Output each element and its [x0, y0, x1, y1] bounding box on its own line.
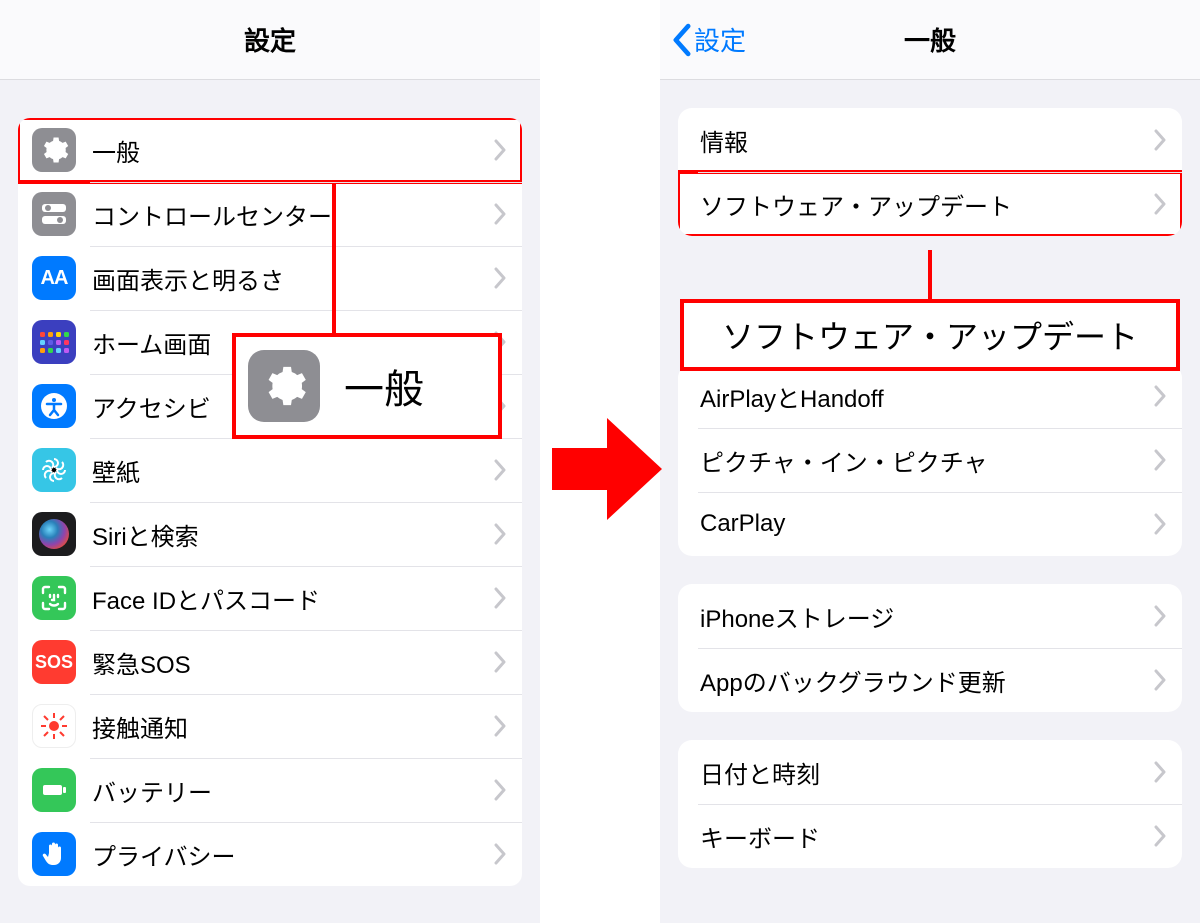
row-software-update[interactable]: ソフトウェア・アップデート [678, 172, 1182, 236]
siri-icon [32, 512, 76, 556]
settings-group: 一般 コントロールセンター AA 画面表示と明るさ ホーム画面 [18, 118, 522, 886]
chevron-right-icon [494, 715, 506, 737]
row-label: プライバシー [92, 837, 494, 872]
chevron-right-icon [1154, 129, 1166, 151]
row-privacy[interactable]: プライバシー [18, 822, 522, 886]
gear-icon [248, 350, 320, 422]
row-label: 情報 [700, 123, 1154, 158]
header-left: 設定 [0, 0, 540, 80]
row-datetime[interactable]: 日付と時刻 [678, 740, 1182, 804]
row-label: コントロールセンター [92, 197, 494, 232]
chevron-right-icon [494, 587, 506, 609]
hand-icon [32, 832, 76, 876]
row-label: Siriと検索 [92, 517, 494, 552]
row-storage[interactable]: iPhoneストレージ [678, 584, 1182, 648]
row-label: キーボード [700, 819, 1154, 854]
callout-label: 一般 [344, 357, 424, 415]
row-bg-refresh[interactable]: Appのバックグラウンド更新 [678, 648, 1182, 712]
back-label: 設定 [694, 21, 746, 58]
chevron-right-icon [494, 651, 506, 673]
row-label: 画面表示と明るさ [92, 261, 494, 296]
row-wallpaper[interactable]: 壁紙 [18, 438, 522, 502]
chevron-right-icon [1154, 385, 1166, 407]
row-label: 壁紙 [92, 453, 494, 488]
accessibility-icon [32, 384, 76, 428]
row-label: AirPlayとHandoff [700, 379, 1154, 414]
header-right: 設定 一般 [660, 0, 1200, 80]
row-airplay[interactable]: AirPlayとHandoff [678, 364, 1182, 428]
battery-icon [32, 768, 76, 812]
chevron-right-icon [494, 523, 506, 545]
row-carplay[interactable]: CarPlay [678, 492, 1182, 556]
row-label: ピクチャ・イン・ピクチャ [700, 443, 1154, 478]
callout-general: 一般 [232, 333, 502, 439]
chevron-right-icon [1154, 193, 1166, 215]
text-size-icon: AA [32, 256, 76, 300]
row-siri[interactable]: Siriと検索 [18, 502, 522, 566]
row-label: 緊急SOS [92, 645, 494, 680]
sos-icon: SOS [32, 640, 76, 684]
chevron-right-icon [494, 779, 506, 801]
app-grid-icon [32, 320, 76, 364]
chevron-right-icon [494, 203, 506, 225]
chevron-right-icon [1154, 449, 1166, 471]
callout-software-update: ソフトウェア・アップデート [680, 299, 1180, 371]
row-label: Appのバックグラウンド更新 [700, 663, 1154, 698]
row-control-center[interactable]: コントロールセンター [18, 182, 522, 246]
row-label: 一般 [92, 133, 494, 168]
row-battery[interactable]: バッテリー [18, 758, 522, 822]
row-exposure[interactable]: 接触通知 [18, 694, 522, 758]
general-group-3: iPhoneストレージ Appのバックグラウンド更新 [678, 584, 1182, 712]
chevron-right-icon [1154, 513, 1166, 535]
exposure-icon [32, 704, 76, 748]
chevron-right-icon [1154, 761, 1166, 783]
row-about[interactable]: 情報 [678, 108, 1182, 172]
face-id-icon [32, 576, 76, 620]
connector-line [332, 184, 336, 336]
chevron-right-icon [494, 843, 506, 865]
header-title-left: 設定 [244, 21, 296, 58]
row-general[interactable]: 一般 [18, 118, 522, 182]
arrow-right-icon [552, 418, 662, 520]
general-group-4: 日付と時刻 キーボード [678, 740, 1182, 868]
general-group-1: 情報 ソフトウェア・アップデート [678, 108, 1182, 236]
back-button[interactable]: 設定 [672, 0, 746, 79]
chevron-right-icon [494, 267, 506, 289]
chevron-right-icon [1154, 669, 1166, 691]
header-title-right: 一般 [904, 21, 956, 58]
chevron-left-icon [672, 23, 692, 57]
row-label: Face IDとパスコード [92, 581, 494, 616]
row-label: CarPlay [700, 510, 1154, 538]
row-pip[interactable]: ピクチャ・イン・ピクチャ [678, 428, 1182, 492]
row-keyboard[interactable]: キーボード [678, 804, 1182, 868]
gear-icon [32, 128, 76, 172]
row-faceid[interactable]: Face IDとパスコード [18, 566, 522, 630]
flower-icon [32, 448, 76, 492]
row-label: バッテリー [92, 773, 494, 808]
toggles-icon [32, 192, 76, 236]
row-label: ソフトウェア・アップデート [700, 187, 1154, 222]
row-label: 接触通知 [92, 709, 494, 744]
chevron-right-icon [1154, 605, 1166, 627]
row-display[interactable]: AA 画面表示と明るさ [18, 246, 522, 310]
general-pane: 設定 一般 情報 ソフトウェア・アップデート AirPlayとHandoff ピ… [660, 0, 1200, 923]
general-group-2: AirPlayとHandoff ピクチャ・イン・ピクチャ CarPlay [678, 364, 1182, 556]
settings-pane: 設定 一般 コントロールセンター AA 画面表示と明るさ ホーム画面 [0, 0, 540, 923]
row-sos[interactable]: SOS 緊急SOS [18, 630, 522, 694]
chevron-right-icon [494, 139, 506, 161]
connector-line [928, 250, 932, 302]
row-label: 日付と時刻 [700, 755, 1154, 790]
row-label: iPhoneストレージ [700, 599, 1154, 634]
chevron-right-icon [494, 459, 506, 481]
chevron-right-icon [1154, 825, 1166, 847]
callout-label: ソフトウェア・アップデート [722, 312, 1138, 358]
